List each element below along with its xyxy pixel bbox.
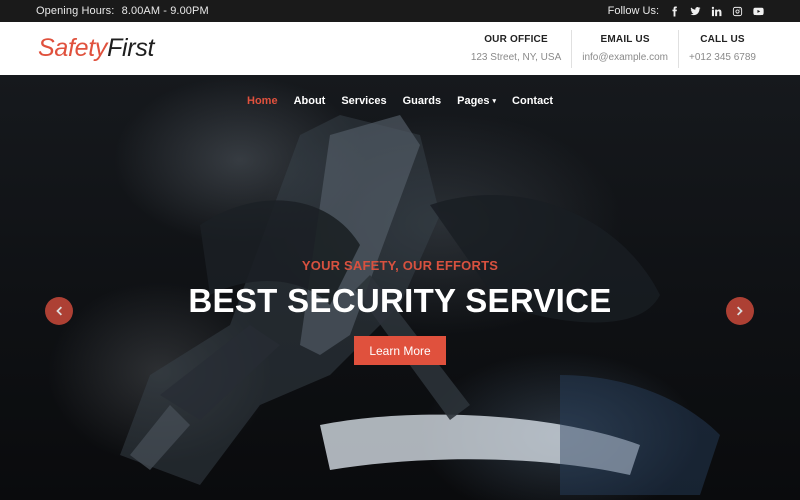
youtube-icon[interactable] [752, 5, 764, 17]
contact-email-value[interactable]: info@example.com [582, 52, 668, 63]
header-contacts: OUR OFFICE 123 Street, NY, USA EMAIL US … [461, 22, 766, 75]
carousel-prev-button[interactable] [45, 297, 73, 325]
chevron-right-icon [737, 306, 743, 316]
opening-hours-label: Opening Hours: [36, 5, 115, 17]
hero-tagline: YOUR SAFETY, OUR EFFORTS [301, 258, 499, 273]
hero-headline: BEST SECURITY SERVICE [188, 282, 612, 319]
learn-more-button[interactable]: Learn More [354, 336, 446, 365]
chevron-left-icon [56, 306, 62, 316]
contact-office-title: OUR OFFICE [484, 34, 548, 45]
nav-home[interactable]: Home [239, 95, 286, 107]
opening-hours: Opening Hours: 8.00AM - 9.00PM [36, 5, 209, 17]
contact-phone: CALL US +012 345 6789 [677, 29, 766, 68]
site-logo[interactable]: SafetyFirst [38, 34, 154, 63]
contact-email-title: EMAIL US [600, 34, 650, 45]
opening-hours-value: 8.00AM - 9.00PM [121, 5, 209, 17]
chevron-down-icon: ▾ [492, 98, 497, 105]
twitter-icon[interactable] [689, 5, 701, 17]
contact-phone-value[interactable]: +012 345 6789 [689, 52, 756, 63]
carousel-next-button[interactable] [726, 297, 754, 325]
social-links: Follow Us: [608, 5, 764, 17]
logo-text-first: First [107, 34, 155, 62]
nav-about[interactable]: About [286, 95, 334, 107]
nav-pages-label: Pages [457, 95, 490, 107]
nav-services[interactable]: Services [333, 95, 394, 107]
facebook-icon[interactable] [668, 5, 680, 17]
instagram-icon[interactable] [731, 5, 743, 17]
nav-guards[interactable]: Guards [395, 95, 450, 107]
contact-office-value: 123 Street, NY, USA [470, 52, 562, 63]
linkedin-icon[interactable] [710, 5, 722, 17]
main-nav: Home About Services Guards Pages ▾ Conta… [0, 75, 800, 127]
site-header: SafetyFirst OUR OFFICE 123 Street, NY, U… [0, 22, 800, 75]
hero-carousel: Home About Services Guards Pages ▾ Conta… [0, 75, 800, 500]
nav-contact[interactable]: Contact [504, 95, 561, 107]
logo-text-safety: Safety [38, 34, 108, 62]
follow-label: Follow Us: [607, 5, 659, 17]
contact-office: OUR OFFICE 123 Street, NY, USA [461, 30, 571, 68]
nav-pages-dropdown[interactable]: Pages ▾ [449, 95, 504, 107]
contact-phone-title: CALL US [700, 34, 745, 45]
top-bar: Opening Hours: 8.00AM - 9.00PM Follow Us… [0, 0, 800, 22]
contact-email: EMAIL US info@example.com [571, 29, 678, 68]
